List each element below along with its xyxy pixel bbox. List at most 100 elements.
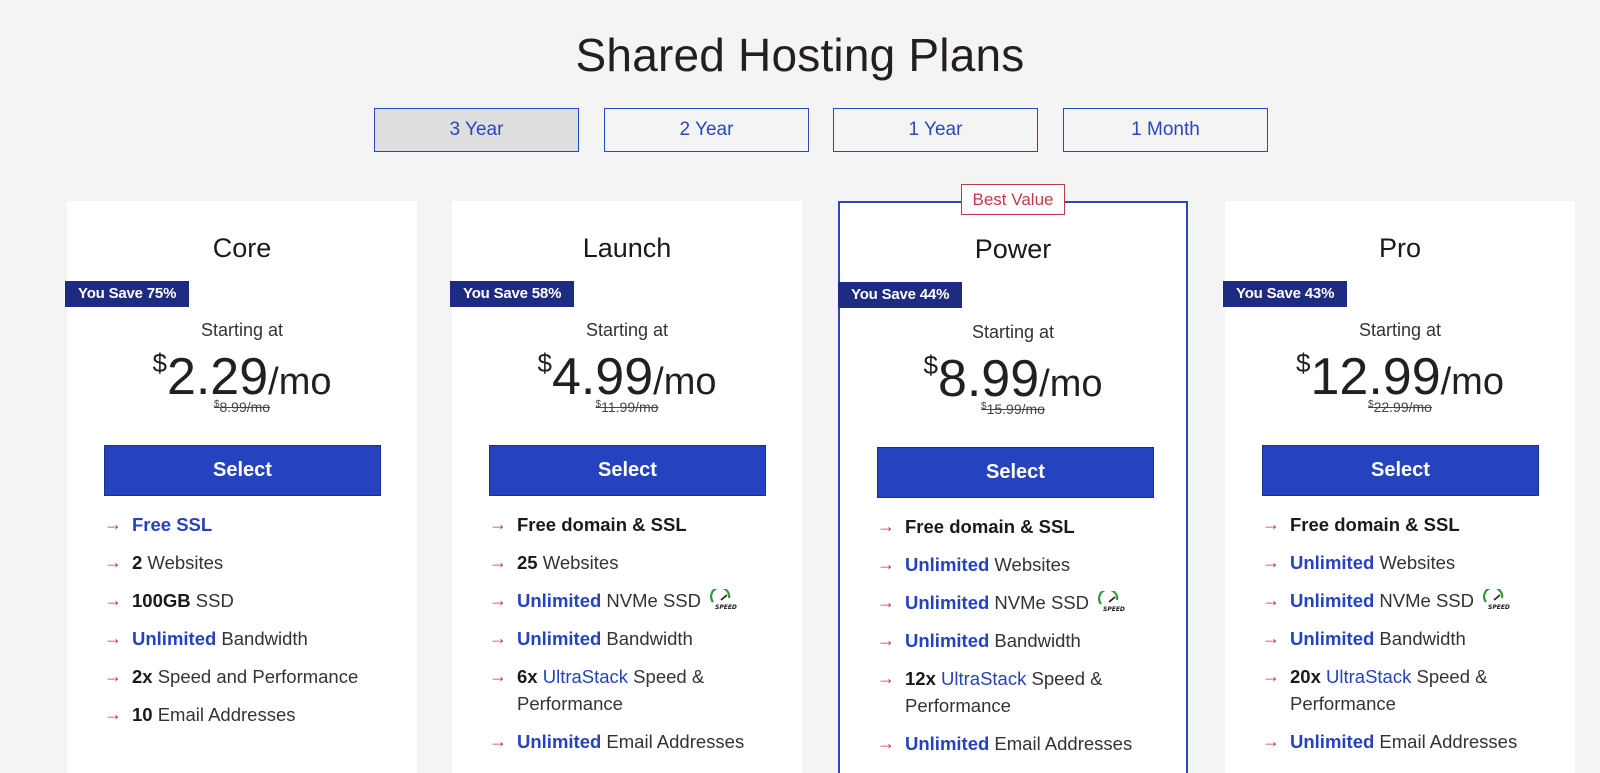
plan-name: Core [212,233,272,263]
feature-item: → 20x UltraStack Speed & Performance [1262,663,1562,717]
tab-3-year[interactable]: 3 Year [374,108,579,152]
ultrastack-link[interactable]: UltraStack [543,666,628,687]
best-value-badge: Best Value [961,184,1065,215]
select-button[interactable]: Select [104,445,381,496]
feature-item: → Unlimited Websites [877,551,1177,578]
feature-text: Bandwidth [1374,628,1466,649]
plan-name: Power [974,234,1052,264]
feature-highlight: Free domain & SSL [1290,514,1460,535]
feature-item: → Unlimited NVMe SSD SPEED [1262,587,1562,614]
arrow-right-icon: → [877,630,895,650]
arrow-right-icon: → [104,590,122,610]
page-title: Shared Hosting Plans [575,29,1025,81]
feature-list: → Free domain & SSL → Unlimited Websites → Un… [877,513,1177,768]
price: $8.99/mo [840,349,1186,409]
ultrastack-link[interactable]: UltraStack [941,668,1026,689]
original-price-amount: 11.99/mo [601,399,659,415]
feature-item: → Free domain & SSL [1262,511,1562,538]
select-button[interactable]: Select [1262,445,1539,496]
currency-symbol: $ [923,350,938,380]
feature-highlight: Unlimited [905,630,990,651]
feature-list: → Free SSL → 2 Websites → 100GB SSD → Unlimited… [104,511,404,739]
arrow-right-icon: → [489,628,507,648]
price: $4.99/mo [452,347,802,407]
feature-text: NVMe SSD [989,592,1089,613]
arrow-right-icon: → [489,666,507,686]
feature-highlight: 20x [1290,666,1321,687]
speed-gauge-icon: SPEED [1483,589,1510,611]
feature-item: → 25 Websites [489,549,789,576]
arrow-right-icon: → [489,590,507,610]
savings-tag: You Save 58% [450,281,575,307]
arrow-right-icon: → [1262,731,1280,751]
feature-highlight: Free domain & SSL [517,514,687,535]
original-price: $15.99/mo [840,401,1186,417]
feature-text: Bandwidth [989,630,1081,651]
ultrastack-link[interactable]: UltraStack [1326,666,1411,687]
price-period: /mo [268,361,332,403]
feature-item: → 2 Websites [104,549,404,576]
plan-card-launch: Launch You Save 58% Starting at $4.99/mo $11… [450,201,802,773]
feature-highlight: Unlimited [905,733,990,754]
arrow-right-icon: → [877,668,895,688]
feature-text: NVMe SSD [1374,590,1474,611]
arrow-right-icon: → [104,628,122,648]
arrow-right-icon: → [489,514,507,534]
feature-item: → Unlimited Bandwidth [877,627,1177,654]
feature-text: Websites [537,552,619,573]
savings-tag: You Save 43% [1223,281,1348,307]
price-amount: 8.99 [937,350,1040,408]
starting-at-label: Starting at [971,322,1055,342]
feature-item: → Free domain & SSL [489,511,789,538]
feature-text: Bandwidth [601,628,693,649]
feature-item: → Free domain & SSL [877,513,1177,540]
speed-icon-label: SPEED [1103,606,1125,613]
arrow-right-icon: → [877,516,895,536]
feature-text: SSD [190,590,234,611]
feature-item: → Unlimited Bandwidth [1262,625,1562,652]
feature-item: → Free SSL [104,511,404,538]
feature-item: → 100GB SSD [104,587,404,614]
feature-highlight: Unlimited [132,628,217,649]
feature-highlight: Unlimited [1290,590,1375,611]
original-price: $11.99/mo [452,399,802,415]
feature-text: Email Addresses [601,731,745,752]
arrow-right-icon: → [104,552,122,572]
tab-2-year[interactable]: 2 Year [604,108,809,152]
price: $12.99/mo [1225,347,1575,407]
plan-card-pro: Pro You Save 43% Starting at $12.99/mo $22.9… [1223,201,1575,773]
original-price: $8.99/mo [67,399,417,415]
price-amount: 2.29 [166,348,269,406]
feature-item: → Unlimited Bandwidth [104,625,404,652]
feature-text: NVMe SSD [601,590,701,611]
original-price-amount: 22.99/mo [1373,399,1432,415]
feature-highlight: Unlimited [1290,731,1375,752]
select-button[interactable]: Select [489,445,766,496]
feature-list: → Free domain & SSL → 25 Websites → Unlimited… [489,511,789,766]
tab-1-month[interactable]: 1 Month [1063,108,1268,152]
arrow-right-icon: → [104,666,122,686]
feature-item: → Unlimited Websites [1262,549,1562,576]
feature-item: → 12x UltraStack Speed & Performance [877,665,1177,719]
speed-gauge-icon: SPEED [1098,591,1125,613]
arrow-right-icon: → [489,731,507,751]
select-button[interactable]: Select [877,447,1154,498]
price-period: /mo [1440,361,1504,403]
original-price-amount: 8.99/mo [219,399,271,415]
price-period: /mo [653,361,717,403]
arrow-right-icon: → [104,704,122,724]
feature-highlight: Unlimited [905,592,990,613]
feature-item: → 2x Speed and Performance [104,663,404,690]
arrow-right-icon: → [1262,666,1280,686]
feature-text: Speed and Performance [152,666,359,687]
speed-icon-label: SPEED [1488,604,1510,611]
feature-highlight: 6x [517,666,538,687]
feature-highlight: 25 [517,552,538,573]
speed-icon-label: SPEED [715,604,737,611]
feature-highlight: Unlimited [905,554,990,575]
original-price-amount: 15.99/mo [986,401,1045,417]
feature-item: → Unlimited NVMe SSD SPEED [877,589,1177,616]
arrow-right-icon: → [1262,628,1280,648]
plan-card-power: Power You Save 44% Starting at $8.99/mo $15.… [838,201,1188,773]
tab-1-year[interactable]: 1 Year [833,108,1038,152]
